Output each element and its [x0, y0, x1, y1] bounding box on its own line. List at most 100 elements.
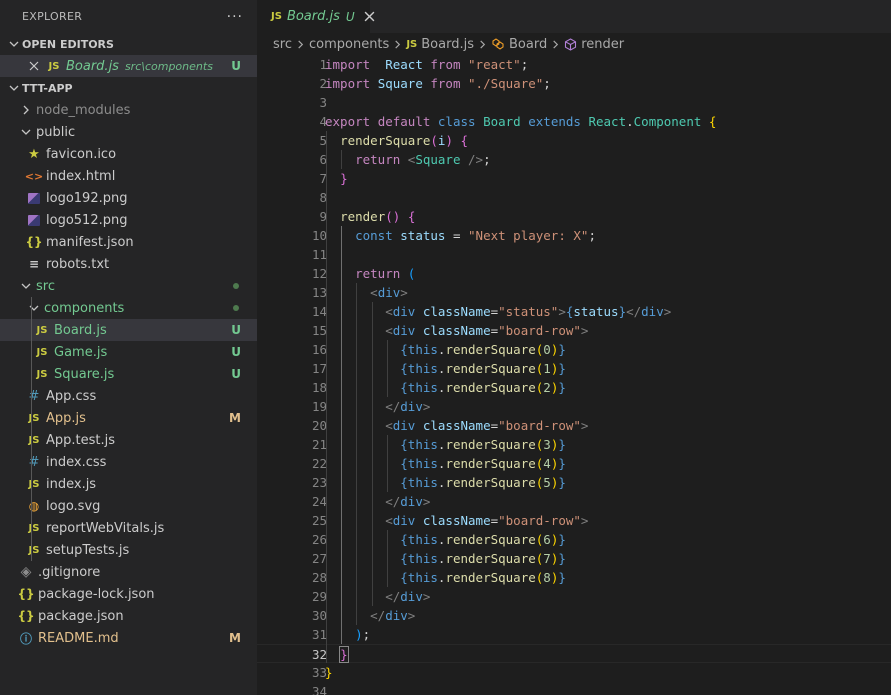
code-token: } — [339, 646, 349, 663]
close-icon[interactable] — [364, 11, 375, 22]
indent-guide — [31, 297, 32, 561]
folder-item[interactable]: components — [0, 297, 257, 319]
chevron-down-icon — [6, 83, 22, 93]
javascript-file-icon: JS — [28, 522, 40, 534]
code-token: ; — [483, 152, 491, 167]
close-icon[interactable] — [26, 61, 42, 71]
indent-guide — [371, 302, 373, 606]
tab-bar: JS Board.js U — [257, 0, 891, 33]
chevron-right-icon — [478, 39, 487, 49]
line-number: 25 — [311, 513, 327, 528]
more-actions-icon[interactable]: ··· — [227, 9, 243, 25]
folder-item[interactable]: public — [0, 121, 257, 143]
git-change-dot — [233, 283, 239, 289]
code-line: 22 {this.renderSquare(4)} — [257, 454, 891, 473]
file-item[interactable]: JS reportWebVitals.js — [0, 517, 257, 539]
line-number: 34 — [311, 684, 327, 695]
file-item[interactable]: ≡ robots.txt — [0, 253, 257, 275]
breadcrumb-components[interactable]: components — [309, 37, 389, 52]
file-item[interactable]: JS Square.js U — [0, 363, 257, 385]
file-item[interactable]: JS Game.js U — [0, 341, 257, 363]
git-status-badge: U — [231, 345, 241, 359]
file-item[interactable]: JS Board.js U — [0, 319, 257, 341]
project-section[interactable]: TTT-APP — [0, 77, 257, 99]
file-item[interactable]: {} package.json — [0, 605, 257, 627]
folder-item[interactable]: src — [0, 275, 257, 297]
file-item[interactable]: JS App.test.js — [0, 429, 257, 451]
code-token: this — [407, 361, 438, 376]
code-token: > — [558, 304, 566, 319]
breadcrumb-method[interactable]: render — [581, 37, 624, 52]
folder-item[interactable]: node_modules — [0, 99, 257, 121]
star-icon: ★ — [28, 146, 40, 162]
file-item[interactable]: JS setupTests.js — [0, 539, 257, 561]
file-item[interactable]: ⓘ README.md M — [0, 627, 257, 649]
file-item[interactable]: JS App.js M — [0, 407, 257, 429]
file-item[interactable]: {} package-lock.json — [0, 583, 257, 605]
file-name: Square.js — [54, 366, 115, 382]
file-item[interactable]: # index.css — [0, 451, 257, 473]
code-token: div — [641, 304, 664, 319]
code-token: div — [400, 494, 423, 509]
line-content: } — [325, 169, 348, 188]
line-content: <div> — [325, 283, 408, 302]
line-number: 13 — [311, 285, 327, 300]
indent-guide — [386, 435, 388, 492]
file-item[interactable]: logo512.png — [0, 209, 257, 231]
line-number: 18 — [311, 380, 327, 395]
open-editor-path: src\components — [124, 59, 213, 73]
open-editor-item[interactable]: JS Board.js src\components U — [0, 55, 257, 77]
code-token: ) — [445, 133, 453, 148]
file-item[interactable]: JS index.js — [0, 473, 257, 495]
chevron-right-icon — [18, 105, 34, 115]
code-line: 19 </div> — [257, 397, 891, 416]
file-item[interactable]: {} manifest.json — [0, 231, 257, 253]
file-item[interactable]: ◈ .gitignore — [0, 561, 257, 583]
file-item[interactable]: ◍ logo.svg — [0, 495, 257, 517]
javascript-file-icon: JS — [36, 346, 48, 358]
code-token: this — [407, 475, 438, 490]
code-token: } — [558, 342, 566, 357]
indent-guide — [341, 226, 343, 644]
javascript-file-icon: JS — [36, 324, 48, 336]
line-number: 12 — [311, 266, 327, 281]
breadcrumb-class[interactable]: Board — [509, 37, 547, 52]
file-name: README.md — [38, 630, 119, 646]
code-token: renderSquare — [445, 475, 536, 490]
code-line: 18 {this.renderSquare(2)} — [257, 378, 891, 397]
line-content: {this.renderSquare(2)} — [325, 378, 566, 397]
file-item[interactable]: logo192.png — [0, 187, 257, 209]
file-item[interactable]: ★ favicon.ico — [0, 143, 257, 165]
code-line: 20 <div className="board-row"> — [257, 416, 891, 435]
breadcrumb-file[interactable]: Board.js — [421, 37, 474, 52]
code-token: "status" — [498, 304, 559, 319]
breadcrumb-src[interactable]: src — [273, 37, 292, 52]
git-status-badge: U — [231, 367, 241, 381]
explorer-sidebar: EXPLORER ··· OPEN EDITORS JS Board.js sr… — [0, 0, 257, 695]
line-content: <div className="board-row"> — [325, 511, 588, 530]
code-token: = — [490, 304, 499, 319]
file-item[interactable]: # App.css — [0, 385, 257, 407]
code-editor[interactable]: 1 import React from "react"; 2 import Squar… — [257, 55, 891, 695]
line-number: 14 — [311, 304, 327, 319]
tab-board-js[interactable]: JS Board.js U — [257, 0, 375, 33]
git-status-badge: U — [231, 59, 241, 73]
file-item[interactable]: <> index.html — [0, 165, 257, 187]
code-token: div — [392, 418, 416, 433]
line-content: import Square from "./Square"; — [325, 74, 551, 93]
code-token: const — [355, 228, 393, 243]
code-line: 17 {this.renderSquare(1)} — [257, 359, 891, 378]
code-token: React — [385, 57, 423, 72]
open-editors-section[interactable]: OPEN EDITORS — [0, 33, 257, 55]
code-token: } — [558, 570, 566, 585]
code-token: () — [385, 209, 401, 224]
